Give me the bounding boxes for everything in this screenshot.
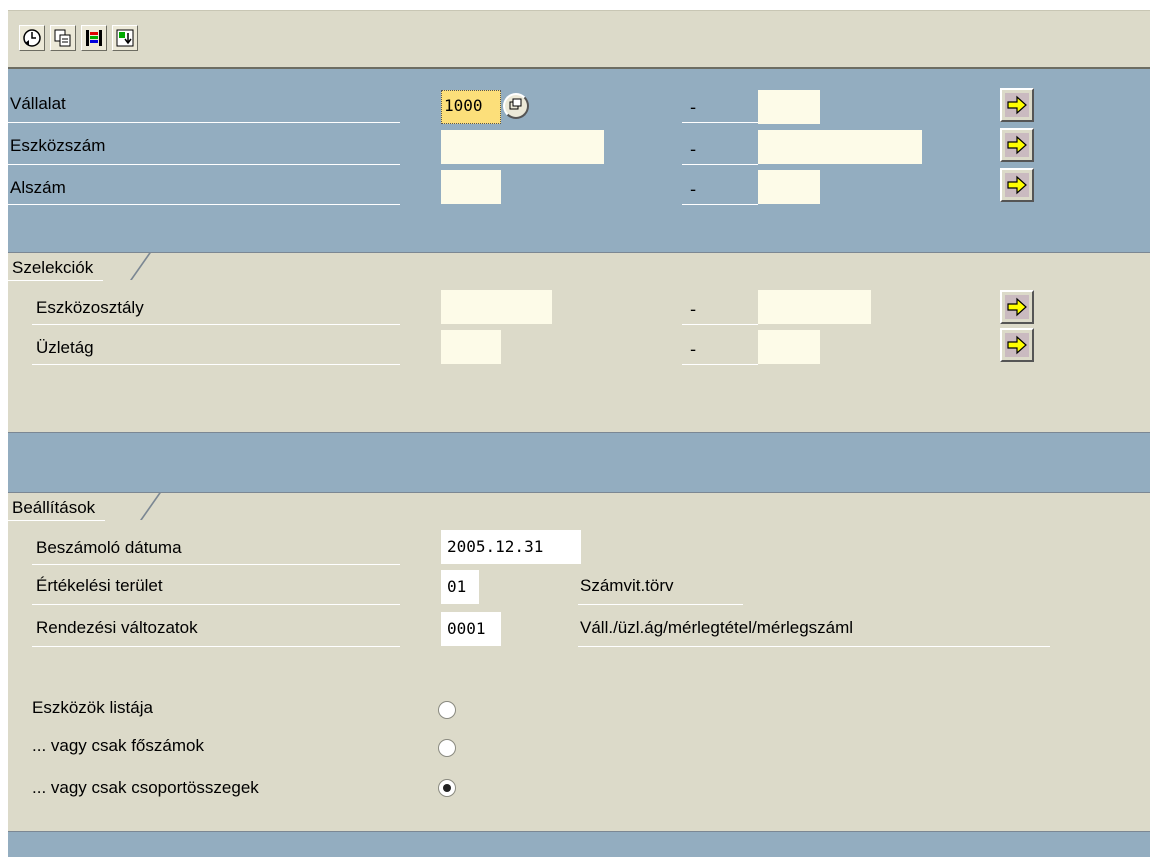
dash-underline <box>682 204 758 205</box>
application-toolbar <box>8 10 1150 68</box>
valuation-area-input[interactable]: 01 <box>441 570 479 604</box>
range-dash: - <box>690 300 697 320</box>
label-subnumber: Alszám <box>10 178 66 197</box>
report-date-input[interactable]: 2005.12.31 <box>441 530 581 564</box>
dash-underline <box>682 122 758 123</box>
popup-icon <box>509 98 522 110</box>
layout-button[interactable] <box>81 25 107 51</box>
dash-underline <box>682 364 758 365</box>
range-dash: - <box>690 140 697 160</box>
range-dash: - <box>690 180 697 200</box>
label-radio-asset-list: Eszközök listája <box>32 698 153 717</box>
selections-block <box>8 252 1150 433</box>
label-radio-group-totals: ... vagy csak csoportösszegek <box>32 778 259 797</box>
multiple-selection-button[interactable] <box>1000 290 1034 324</box>
label-sort-variant: Rendezési változatok <box>36 618 198 637</box>
label-underline <box>32 364 400 365</box>
label-radio-main-numbers: ... vagy csak főszámok <box>32 736 204 755</box>
radio-main-numbers[interactable] <box>438 739 456 757</box>
asset-class-from-input[interactable] <box>441 290 552 324</box>
dash-underline <box>682 164 758 165</box>
arrow-right-icon <box>1005 295 1029 319</box>
business-area-to-input[interactable] <box>758 330 820 364</box>
execute-button[interactable] <box>19 25 45 51</box>
multiple-selection-button[interactable] <box>1000 128 1034 162</box>
copy-icon <box>54 29 71 47</box>
radio-group-totals[interactable] <box>438 779 456 797</box>
match-help-button[interactable] <box>503 93 529 119</box>
spacer-block <box>8 432 1150 493</box>
subnumber-from-input[interactable] <box>441 170 501 204</box>
range-dash: - <box>690 98 697 118</box>
company-to-input[interactable] <box>758 90 820 124</box>
arrow-right-icon <box>1005 173 1029 197</box>
asset-from-input[interactable] <box>441 130 604 164</box>
label-underline <box>32 646 400 647</box>
copy-button[interactable] <box>50 25 76 51</box>
label-underline <box>8 122 400 123</box>
arrow-right-icon <box>1005 133 1029 157</box>
company-from-input[interactable]: 1000 <box>441 90 501 124</box>
color-bars-icon <box>86 30 102 46</box>
label-underline <box>8 164 400 165</box>
label-underline <box>32 324 400 325</box>
asset-class-to-input[interactable] <box>758 290 871 324</box>
tab-selections: Szelekciók <box>8 256 104 281</box>
tab-settings: Beállítások <box>8 496 106 521</box>
execute-clock-icon <box>23 29 41 47</box>
download-icon <box>116 29 134 47</box>
label-underline <box>32 564 400 565</box>
arrow-right-icon <box>1005 333 1029 357</box>
asset-to-input[interactable] <box>758 130 922 164</box>
multiple-selection-button[interactable] <box>1000 88 1034 122</box>
label-asset-class: Eszközosztály <box>36 298 144 317</box>
label-report-date: Beszámoló dátuma <box>36 538 182 557</box>
bottom-block <box>8 831 1150 857</box>
label-company: Vállalat <box>10 94 66 113</box>
multiple-selection-button[interactable] <box>1000 328 1034 362</box>
label-asset-number: Eszközszám <box>10 136 106 155</box>
arrow-right-icon <box>1005 93 1029 117</box>
description-underline <box>578 646 1050 647</box>
radio-asset-list[interactable] <box>438 701 456 719</box>
label-underline <box>32 604 400 605</box>
subnumber-to-input[interactable] <box>758 170 820 204</box>
download-button[interactable] <box>112 25 138 51</box>
radio-selected-dot <box>443 784 451 792</box>
valuation-area-description: Számvit.törv <box>580 576 674 595</box>
label-business-area: Üzletág <box>36 338 94 357</box>
sort-variant-description: Váll./üzl.ág/mérlegtétel/mérlegszáml <box>580 618 854 637</box>
range-dash: - <box>690 340 697 360</box>
business-area-from-input[interactable] <box>441 330 501 364</box>
label-valuation-area: Értékelési terület <box>36 576 163 595</box>
sort-variant-input[interactable]: 0001 <box>441 612 501 646</box>
multiple-selection-button[interactable] <box>1000 168 1034 202</box>
label-underline <box>8 204 400 205</box>
dash-underline <box>682 324 758 325</box>
description-underline <box>578 604 743 605</box>
